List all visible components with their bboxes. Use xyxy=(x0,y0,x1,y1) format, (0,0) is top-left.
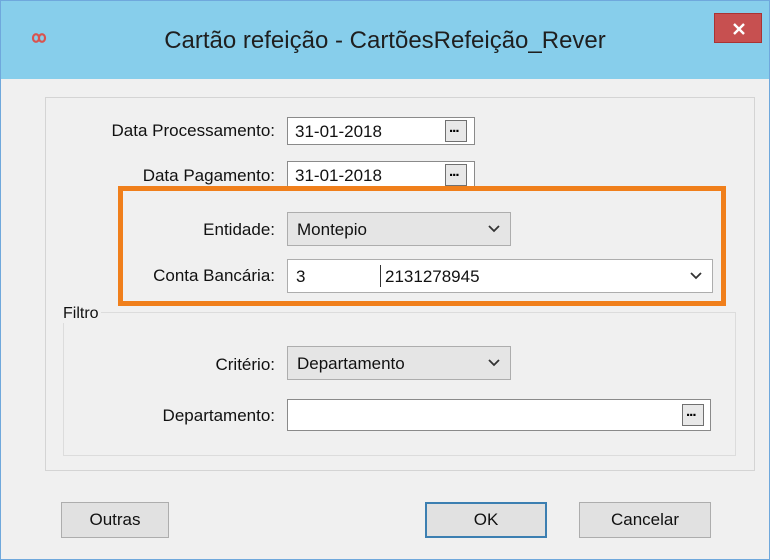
criterio-value: Departamento xyxy=(297,354,405,373)
departamento-picker-button[interactable]: ... xyxy=(682,403,704,426)
dialog-window: Cartão refeição - CartõesRefeição_Rever … xyxy=(0,0,770,560)
close-button[interactable] xyxy=(714,13,762,43)
data-processamento-field[interactable]: 31-01-2018 ... xyxy=(287,117,475,145)
data-pagamento-label: Data Pagamento: xyxy=(142,166,275,185)
criterio-select[interactable]: Departamento xyxy=(287,346,511,380)
highlight-box xyxy=(118,186,726,306)
criterio-label: Critério: xyxy=(215,355,275,374)
cancelar-button[interactable]: Cancelar xyxy=(579,502,711,538)
ellipsis-icon: ... xyxy=(449,119,459,136)
data-pagamento-field[interactable]: 31-01-2018 ... xyxy=(287,161,475,189)
ellipsis-icon: ... xyxy=(449,163,459,180)
data-processamento-value: 31-01-2018 xyxy=(295,122,382,141)
title-bar[interactable]: Cartão refeição - CartõesRefeição_Rever xyxy=(1,1,769,79)
data-processamento-label: Data Processamento: xyxy=(111,121,275,140)
departamento-label: Departamento: xyxy=(162,406,275,425)
window-title: Cartão refeição - CartõesRefeição_Rever xyxy=(164,27,606,54)
data-pagamento-picker-button[interactable]: ... xyxy=(445,163,467,186)
chevron-down-icon xyxy=(488,359,500,367)
filtro-group-label: Filtro xyxy=(61,305,101,323)
data-processamento-picker-button[interactable]: ... xyxy=(445,119,467,142)
infinity-icon xyxy=(31,33,47,43)
ellipsis-icon: ... xyxy=(686,403,696,420)
ok-button[interactable]: OK xyxy=(425,502,547,538)
outras-button[interactable]: Outras xyxy=(61,502,169,538)
departamento-field[interactable]: ... xyxy=(287,399,711,431)
data-pagamento-value: 31-01-2018 xyxy=(295,166,382,185)
close-icon xyxy=(733,23,745,35)
filtro-group xyxy=(63,312,736,456)
dialog-body: Data Processamento: 31-01-2018 ... Data … xyxy=(1,79,769,559)
